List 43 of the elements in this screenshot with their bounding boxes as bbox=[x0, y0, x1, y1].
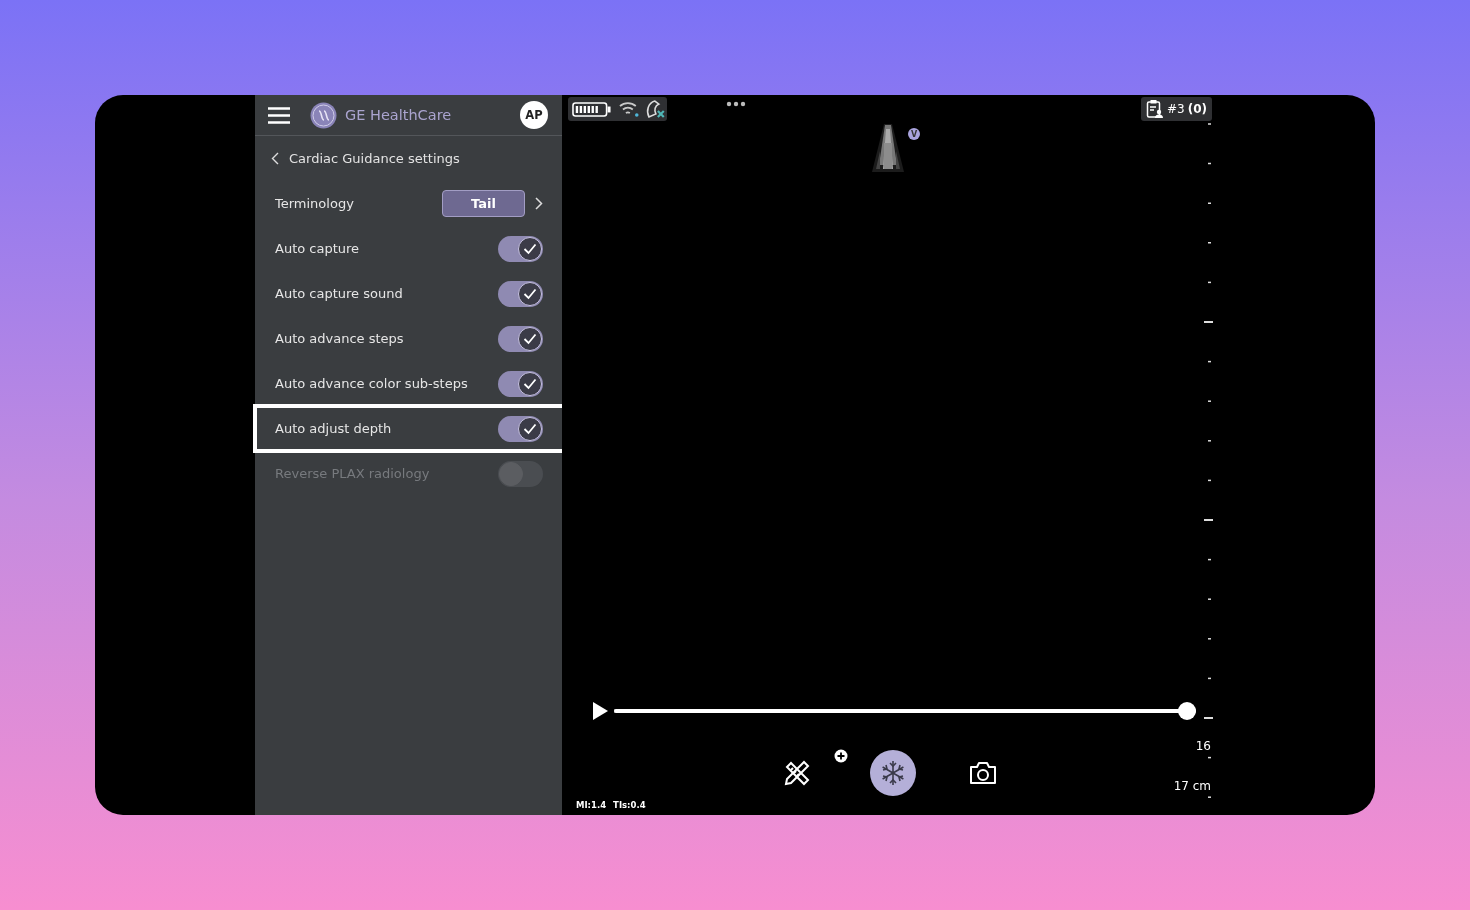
more-icon[interactable] bbox=[726, 101, 746, 107]
study-button[interactable]: #3 (0) bbox=[1140, 97, 1212, 121]
depth-label: 17 cm bbox=[1173, 779, 1211, 793]
toggle-switch[interactable] bbox=[498, 280, 543, 307]
setting-label: Terminology bbox=[275, 196, 355, 211]
snowflake-icon bbox=[879, 759, 907, 787]
acoustic-index: TIs:0.4 bbox=[613, 800, 646, 810]
probe-icon bbox=[645, 99, 667, 119]
toggle-switch[interactable] bbox=[498, 235, 543, 262]
camera-icon[interactable] bbox=[968, 760, 998, 786]
setting-label: Auto capture sound bbox=[275, 286, 404, 301]
check-icon bbox=[523, 332, 537, 345]
view-badge: V bbox=[908, 128, 920, 140]
setting-label: Auto adjust depth bbox=[275, 421, 393, 436]
toggle-switch[interactable] bbox=[498, 370, 543, 397]
check-icon bbox=[523, 422, 537, 435]
setting-label: Auto advance steps bbox=[275, 331, 405, 346]
check-icon bbox=[523, 287, 537, 300]
freeze-button[interactable] bbox=[870, 750, 916, 796]
setting-label: Reverse PLAX radiology bbox=[275, 466, 431, 481]
play-icon[interactable] bbox=[592, 702, 608, 720]
brand-name: GE HealthCare bbox=[345, 107, 453, 123]
check-icon bbox=[523, 377, 537, 390]
setting-label: Auto capture bbox=[275, 241, 361, 256]
chevron-right-icon[interactable] bbox=[535, 197, 543, 210]
menu-icon[interactable] bbox=[268, 106, 290, 124]
depth-mark: 16 bbox=[1195, 739, 1211, 753]
battery-icon bbox=[572, 101, 612, 117]
wifi-icon bbox=[617, 100, 640, 118]
toggle-switch[interactable] bbox=[498, 415, 543, 442]
clipboard-icon bbox=[1145, 99, 1164, 119]
toggle-switch[interactable] bbox=[498, 325, 543, 352]
chevron-left-icon[interactable] bbox=[271, 151, 279, 165]
terminology-button[interactable]: Tail bbox=[442, 190, 525, 217]
add-icon[interactable] bbox=[834, 749, 848, 763]
page-title: Cardiac Guidance settings bbox=[289, 150, 460, 166]
check-icon bbox=[523, 242, 537, 255]
logo-icon bbox=[310, 101, 337, 129]
acoustic-index: MI:1.4 bbox=[576, 800, 607, 810]
avatar[interactable]: AP bbox=[520, 101, 548, 129]
setting-label: Auto advance color sub-steps bbox=[275, 376, 469, 391]
slider-thumb[interactable] bbox=[1178, 702, 1196, 720]
measure-icon[interactable] bbox=[782, 758, 812, 788]
